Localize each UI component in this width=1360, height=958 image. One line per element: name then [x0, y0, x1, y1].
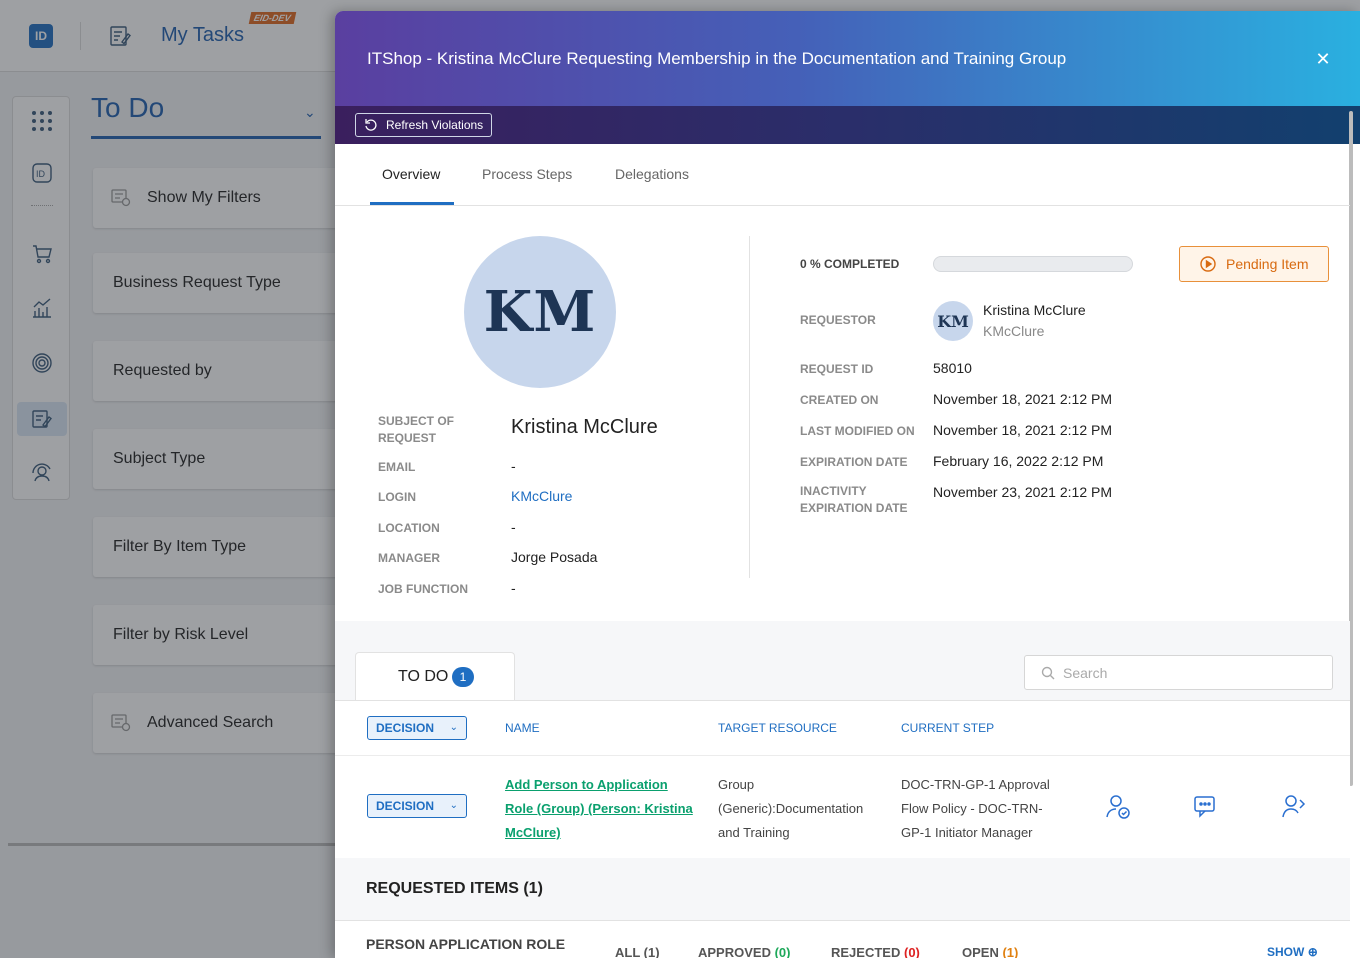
refresh-icon: [365, 119, 377, 131]
requestor-name: Kristina McClure: [983, 302, 1086, 318]
pending-label: Pending Item: [1226, 256, 1309, 272]
subject-name: Kristina McClure: [511, 416, 658, 438]
current-step-cell: DOC-TRN-GP-1 Approval Flow Policy - DOC-…: [901, 777, 1050, 840]
requested-items-section: REQUESTED ITEMS (1) PERSON APPLICATION R…: [335, 858, 1350, 958]
email-label: EMAIL: [378, 460, 416, 474]
inactivity-expiration-value: November 23, 2021 2:12 PM: [933, 484, 1112, 500]
location-value: -: [511, 519, 516, 535]
delegate-icon[interactable]: [1280, 793, 1308, 821]
stat-count: (0): [903, 945, 920, 958]
job-function-value: -: [511, 580, 516, 596]
stat-count: (1): [1002, 945, 1019, 958]
login-link[interactable]: KMcClure: [511, 488, 572, 504]
plus-circle-icon: ⊕: [1307, 945, 1318, 958]
comments-icon[interactable]: [1192, 793, 1220, 821]
filter-all[interactable]: ALL (1): [615, 945, 660, 958]
violation-bar: Refresh Violations: [335, 106, 1360, 144]
stat-label: APPROVED: [698, 945, 771, 958]
todo-tab-label: TO DO: [398, 668, 449, 685]
expiration-date-label: EXPIRATION DATE: [800, 455, 908, 469]
tab-process-steps[interactable]: Process Steps: [482, 166, 572, 182]
item-type-label: PERSON APPLICATION ROLE: [366, 936, 566, 952]
filter-rejected[interactable]: REJECTED (0): [831, 945, 920, 958]
job-function-label: JOB FUNCTION: [378, 582, 468, 596]
bulk-decision-select[interactable]: DECISION ⌄: [367, 716, 467, 740]
show-label: SHOW: [1267, 945, 1305, 958]
stat-label: OPEN: [962, 945, 999, 958]
filter-approved[interactable]: APPROVED (0): [698, 945, 790, 958]
search-box: [1024, 655, 1333, 690]
email-value: -: [511, 458, 516, 474]
item-name-link[interactable]: Add Person to Application Role (Group) (…: [505, 773, 695, 845]
requestor-label: REQUESTOR: [800, 313, 876, 327]
chevron-down-icon: ⌄: [449, 722, 458, 733]
created-on-value: November 18, 2021 2:12 PM: [933, 391, 1112, 407]
subject-label: SUBJECT OF REQUEST: [378, 414, 455, 445]
close-icon[interactable]: ✕: [1313, 49, 1333, 69]
count-badge: 1: [452, 667, 474, 687]
tab-delegations[interactable]: Delegations: [615, 166, 689, 182]
request-id-label: REQUEST ID: [800, 362, 874, 376]
tab-overview[interactable]: Overview: [382, 166, 440, 182]
stat-count: (0): [774, 945, 791, 958]
tab-underline: [370, 202, 454, 205]
column-header-target-resource[interactable]: TARGET RESOURCE: [718, 721, 837, 735]
filter-open[interactable]: OPEN (1): [962, 945, 1018, 958]
todo-table: DECISION ⌄ NAME TARGET RESOURCE CURRENT …: [335, 700, 1350, 859]
created-on-label: CREATED ON: [800, 393, 879, 407]
progress-bar: [933, 256, 1133, 272]
refresh-violations-button[interactable]: Refresh Violations: [355, 113, 493, 137]
stat-label: ALL: [615, 945, 641, 958]
tab-todo[interactable]: TO DO 1: [355, 652, 515, 701]
decision-label: DECISION: [376, 721, 435, 735]
completed-label: 0 % COMPLETED: [800, 257, 900, 271]
stat-label: REJECTED: [831, 945, 901, 958]
show-button[interactable]: SHOW ⊕: [1267, 945, 1318, 958]
requested-items-title: REQUESTED ITEMS (1): [366, 880, 543, 897]
search-icon: [1041, 666, 1055, 680]
modal-header: ITShop - Kristina McClure Requesting Mem…: [335, 11, 1360, 106]
tab-bar: Overview Process Steps Delegations: [335, 144, 1350, 206]
refresh-label: Refresh Violations: [386, 118, 484, 132]
decision-label: DECISION: [376, 799, 435, 813]
requested-item-card: PERSON APPLICATION ROLE ALL (1) APPROVED…: [335, 920, 1350, 958]
last-modified-label: LAST MODIFIED ON: [800, 424, 915, 438]
manager-label: MANAGER: [378, 551, 440, 565]
request-id-value: 58010: [933, 360, 972, 376]
divider: [335, 755, 1350, 756]
divider: [749, 236, 750, 578]
chevron-down-icon: ⌄: [449, 800, 458, 811]
manager-value: Jorge Posada: [511, 549, 598, 565]
column-header-current-step[interactable]: CURRENT STEP: [901, 721, 994, 735]
pending-item-button[interactable]: Pending Item: [1179, 246, 1329, 282]
decision-select[interactable]: DECISION ⌄: [367, 794, 467, 818]
search-input[interactable]: [1063, 663, 1313, 683]
avatar: KM: [464, 236, 616, 388]
column-header-name[interactable]: NAME: [505, 721, 540, 735]
expiration-date-value: February 16, 2022 2:12 PM: [933, 453, 1104, 469]
location-label: LOCATION: [378, 521, 440, 535]
login-label: LOGIN: [378, 490, 416, 504]
last-modified-value: November 18, 2021 2:12 PM: [933, 422, 1112, 438]
requestor-login: KMcClure: [983, 323, 1045, 339]
stat-count: (1): [643, 945, 660, 958]
avatar: KM: [933, 301, 973, 341]
target-resource-cell: Group (Generic):Documentation and Traini…: [718, 777, 864, 840]
modal-title: ITShop - Kristina McClure Requesting Mem…: [367, 49, 1067, 68]
play-circle-icon: [1200, 256, 1216, 272]
assign-reviewer-icon[interactable]: [1104, 793, 1132, 821]
inactivity-expiration-label: INACTIVITY EXPIRATION DATE: [800, 484, 908, 515]
request-detail-modal: ITShop - Kristina McClure Requesting Mem…: [335, 11, 1360, 958]
